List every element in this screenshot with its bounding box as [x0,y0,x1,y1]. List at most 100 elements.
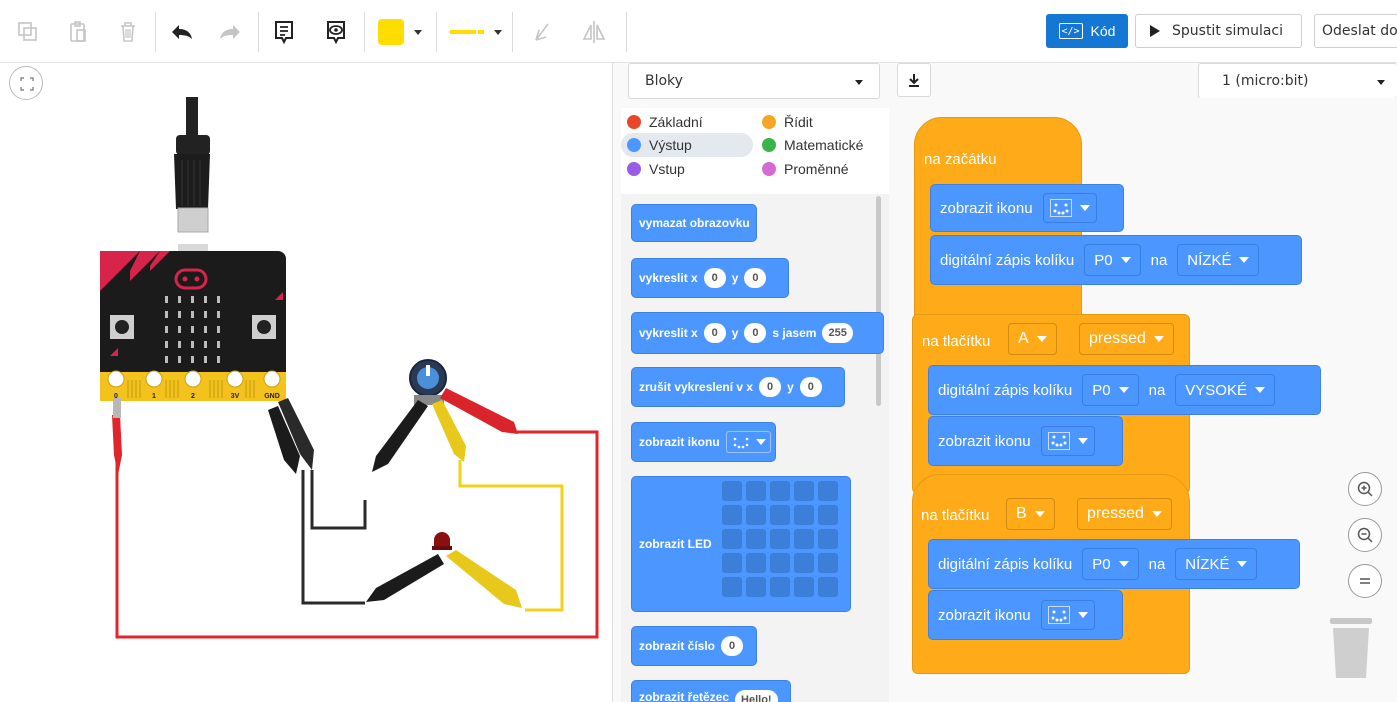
y-input[interactable]: 0 [744,323,767,343]
dropdown-value: VYSOKÉ [1185,381,1247,399]
annotations-visibility-icon[interactable] [318,14,354,50]
y-input[interactable]: 0 [799,377,822,397]
x-input[interactable]: 0 [703,268,726,288]
button-dropdown[interactable]: A [1008,323,1057,355]
zoom-reset-button[interactable] [1348,564,1382,598]
led-icon-preview [1047,606,1070,624]
palette-block-show-icon[interactable]: zobrazit ikonu [631,422,776,462]
led-icon-preview [1049,199,1072,217]
string-input[interactable]: Hello! [735,690,778,702]
chevron-down-icon [1118,561,1129,567]
digital-write-block[interactable]: digitální zápis kolíku P0 na NÍZKÉ [930,235,1302,285]
x-input[interactable]: 0 [759,377,782,397]
pin-label: 3V [231,393,240,400]
block-label: zobrazit LED [639,537,712,551]
palette-block-show-string[interactable]: zobrazit řetězec Hello! [631,680,791,702]
show-icon-block[interactable]: zobrazit ikonu [928,416,1123,466]
icon-dropdown[interactable] [725,431,771,453]
play-icon [1150,25,1160,37]
pin-dropdown[interactable]: P0 [1082,548,1139,580]
notes-icon[interactable] [266,14,302,50]
icon-dropdown[interactable] [1040,600,1095,630]
croc-clip-yellow-led [446,550,522,608]
microbit-board: 0 1 2 3V GND [100,251,286,401]
palette-block-unplot[interactable]: zrušit vykreslení v x 0 y 0 [631,367,845,407]
digital-write-block[interactable]: digitální zápis kolíku P0 na VYSOKÉ [928,365,1321,415]
value-dropdown[interactable]: NÍZKÉ [1177,244,1260,276]
x-input[interactable]: 0 [703,323,726,343]
category-math[interactable]: Matematické [756,133,886,157]
chevron-down-icon [1077,438,1088,444]
start-simulation-button[interactable]: Spustit simulaci [1135,14,1302,48]
block-label: digitální zápis kolíku [938,555,1073,573]
zoom-in-button[interactable] [1348,472,1382,506]
chevron-down-icon [1239,257,1250,263]
block-label: na [1148,555,1166,573]
pin-label: 1 [152,393,156,400]
croc-clip-red-board [112,398,122,475]
led-grid[interactable] [722,481,838,597]
palette-block-show-number[interactable]: zobrazit číslo 0 [631,626,757,666]
value-dropdown[interactable]: VYSOKÉ [1175,374,1275,406]
block-label: vykreslit x [639,326,698,340]
category-dot [627,115,641,129]
pin-dropdown[interactable]: P0 [1084,244,1141,276]
undo-icon[interactable] [164,14,200,50]
palette-block-clear-screen[interactable]: vymazat obrazovku [631,204,757,242]
show-icon-block[interactable]: zobrazit ikonu [928,590,1123,640]
palette-scrollbar[interactable] [876,196,881,406]
zoom-out-button[interactable] [1348,518,1382,552]
chevron-down-icon [414,29,422,35]
y-input[interactable]: 0 [744,268,767,288]
line-style-picker[interactable] [444,14,508,50]
code-icon: </> [1058,23,1083,39]
block-label: na tlačítku [921,507,990,524]
mirror-icon[interactable] [576,14,612,50]
chevron-down-icon [1036,336,1047,342]
show-icon-block[interactable]: zobrazit ikonu [930,184,1124,232]
palette-block-plot[interactable]: vykreslit x 0 y 0 [631,258,789,298]
palette-block-show-leds[interactable]: zobrazit LED [631,476,851,612]
palette-block-plot-brightness[interactable]: vykreslit x 0 y 0 s jasem 255 [631,312,884,354]
event-dropdown[interactable]: pressed [1077,498,1172,530]
button-dropdown[interactable]: B [1006,498,1055,530]
category-basic[interactable]: Základní [621,110,751,134]
number-input[interactable]: 0 [721,636,744,656]
delete-icon[interactable] [110,14,146,50]
block-label: zrušit vykreslení v x [639,380,754,394]
category-variables[interactable]: Proměnné [756,157,886,181]
category-control[interactable]: Řídit [756,110,886,134]
dropdown-value: NÍZKÉ [1185,555,1230,573]
trash-can-icon[interactable] [1330,614,1372,685]
start-simulation-label: Spustit simulaci [1172,23,1284,39]
rotate-icon[interactable] [524,14,560,50]
icon-dropdown[interactable] [1042,193,1097,223]
block-label: s jasem [772,326,817,340]
device-select[interactable]: 1 (micro:bit) [1198,63,1397,99]
device-select-value: 1 (micro:bit) [1222,73,1309,89]
category-dot [627,162,641,176]
category-output[interactable]: Výstup [621,133,753,157]
code-button[interactable]: </> Kód [1046,14,1128,48]
block-label: zobrazit ikonu [639,435,720,449]
led-icon-preview [1047,432,1070,450]
pin-label: GND [264,393,280,400]
icon-dropdown[interactable] [1040,426,1095,456]
chevron-down-icon [494,29,502,35]
copy-icon[interactable] [10,14,46,50]
download-code-button[interactable] [897,63,931,97]
brightness-input[interactable]: 255 [822,323,853,343]
fill-color-picker[interactable] [372,14,428,50]
category-input[interactable]: Vstup [621,157,751,181]
digital-write-block[interactable]: digitální zápis kolíku P0 na NÍZKÉ [928,539,1300,589]
pin-dropdown[interactable]: P0 [1082,374,1139,406]
mode-select[interactable]: Bloky [628,63,880,99]
value-dropdown[interactable]: NÍZKÉ [1175,548,1258,580]
event-dropdown[interactable]: pressed [1079,323,1174,355]
block-label: na [1150,251,1168,269]
croc-clip-black-led [366,554,444,602]
block-label: y [731,326,739,340]
redo-icon[interactable] [212,14,248,50]
send-to-button[interactable]: Odeslat do [1314,14,1397,48]
paste-icon[interactable] [60,14,96,50]
